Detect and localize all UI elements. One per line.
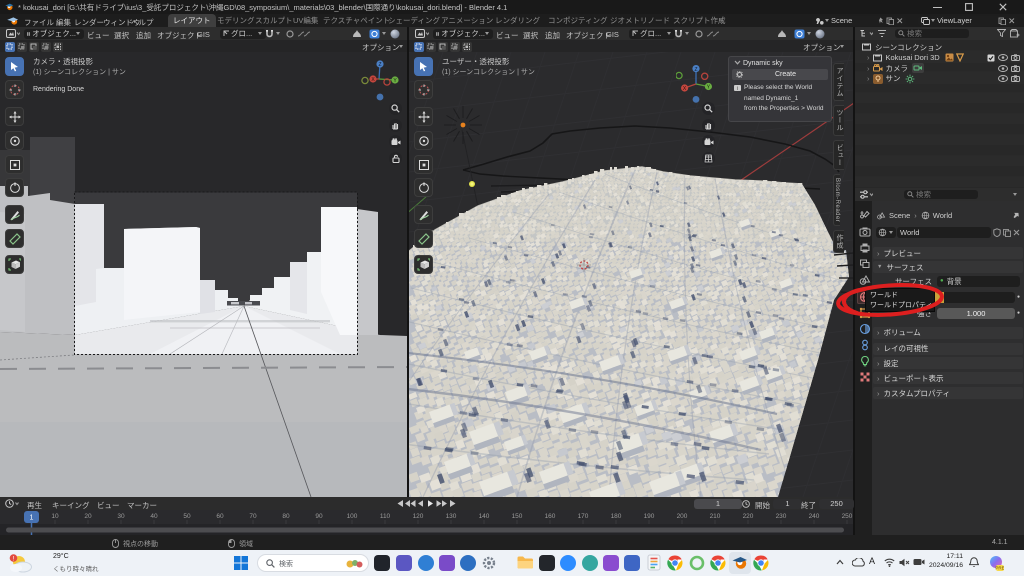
svg-text:PRE: PRE [995, 566, 1004, 571]
svg-text:140: 140 [479, 513, 490, 520]
svg-text:210: 210 [710, 513, 721, 520]
svg-text:110: 110 [380, 513, 391, 520]
svg-text:70: 70 [249, 513, 257, 520]
svg-text:160: 160 [545, 513, 556, 520]
svg-text:220: 220 [743, 513, 754, 520]
svg-text:130: 130 [446, 513, 457, 520]
svg-text:50: 50 [183, 513, 191, 520]
svg-text:1: 1 [30, 515, 34, 522]
svg-text:30: 30 [117, 513, 125, 520]
svg-text:250: 250 [842, 513, 853, 520]
svg-text:230: 230 [776, 513, 787, 520]
svg-text:60: 60 [216, 513, 224, 520]
svg-text:20: 20 [84, 513, 92, 520]
svg-text:100: 100 [347, 513, 358, 520]
svg-text:150: 150 [512, 513, 523, 520]
svg-text:80: 80 [282, 513, 290, 520]
svg-text:240: 240 [809, 513, 820, 520]
svg-text:170: 170 [578, 513, 589, 520]
svg-text:i: i [737, 85, 738, 91]
svg-text:10: 10 [51, 513, 59, 520]
svg-text:180: 180 [611, 513, 622, 520]
svg-text:190: 190 [644, 513, 655, 520]
svg-text:120: 120 [413, 513, 424, 520]
svg-text:90: 90 [315, 513, 323, 520]
svg-text:200: 200 [677, 513, 688, 520]
svg-text:40: 40 [150, 513, 158, 520]
svg-text:Z: Z [694, 67, 697, 73]
svg-text:Z: Z [378, 62, 381, 68]
